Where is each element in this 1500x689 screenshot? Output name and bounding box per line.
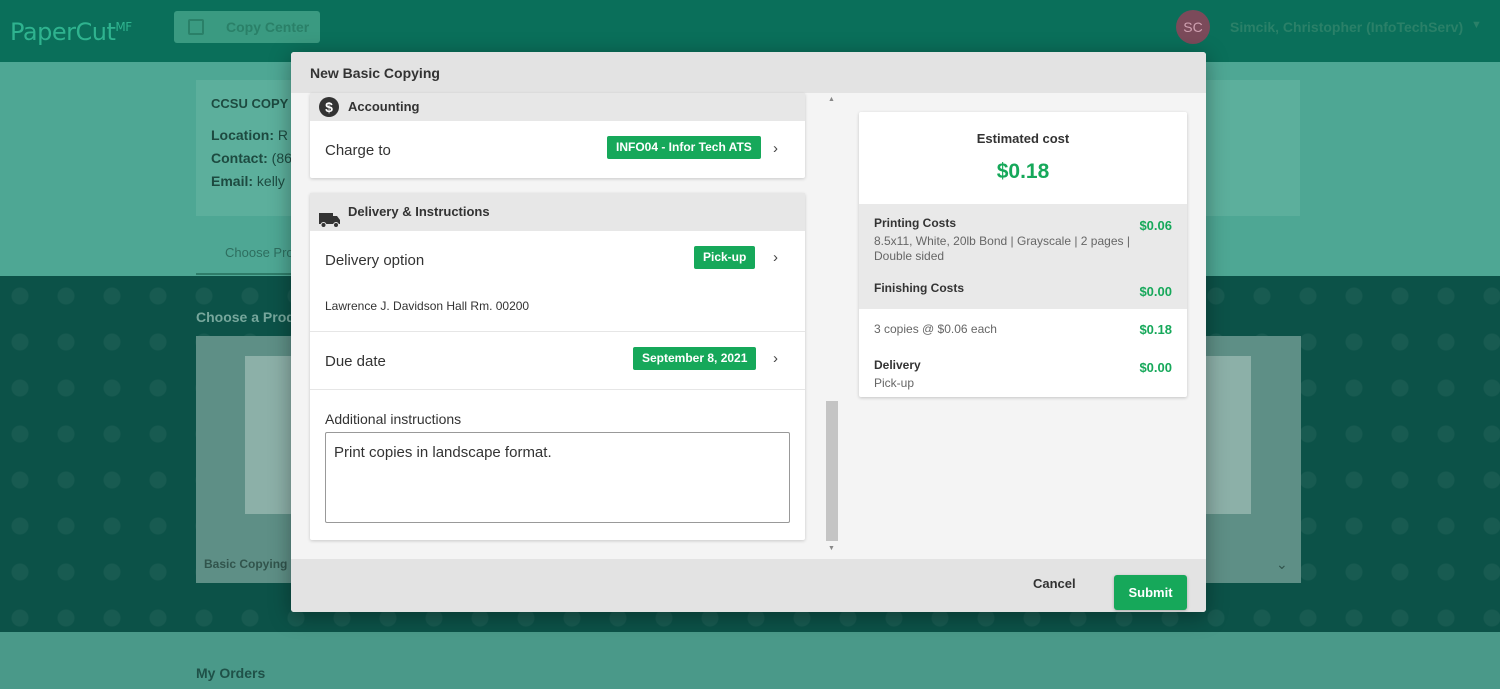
delivery-option-label: Delivery option	[325, 252, 425, 269]
chevron-down-icon[interactable]: ▼	[1471, 19, 1482, 31]
delivery-option-badge: Pick-up	[694, 246, 756, 269]
due-date-label: Due date	[325, 353, 386, 370]
delivery-heading: Delivery & Instructions	[348, 204, 490, 219]
avatar[interactable]: SC	[1176, 10, 1210, 44]
location-line: Location: R	[211, 127, 289, 143]
chevron-right-icon[interactable]: ›	[773, 249, 778, 266]
accounting-header: $ Accounting	[310, 93, 805, 121]
scroll-up-icon[interactable]: ▲	[828, 96, 835, 103]
choose-product-heading: Choose a Prod	[196, 309, 295, 325]
tab-choose-product[interactable]: Choose Pro	[196, 237, 296, 275]
product-label: Basic Copying	[204, 557, 288, 571]
finishing-costs-title: Finishing Costs	[874, 281, 964, 295]
estimated-cost-card: Estimated cost $0.18 Printing Costs $0.0…	[859, 112, 1187, 397]
my-orders-heading: My Orders	[196, 665, 266, 681]
document-thumbnail	[1201, 356, 1251, 514]
delivery-option-row[interactable]: Delivery option Pick-up › Lawrence J. Da…	[310, 231, 805, 332]
papercut-logo[interactable]: PaperCutMF	[10, 18, 132, 46]
user-name[interactable]: Simcik, Christopher (InfoTechServ)	[1230, 19, 1463, 35]
modal-footer: Cancel Submit	[291, 559, 1206, 612]
instructions-row: Additional instructions	[310, 390, 805, 540]
delivery-card: Delivery & Instructions Delivery option …	[310, 193, 805, 540]
accounting-card: $ Accounting Charge to INFO04 - Infor Te…	[310, 93, 805, 178]
new-copying-modal: New Basic Copying $ Accounting Charge to…	[291, 52, 1206, 612]
due-date-row[interactable]: Due date September 8, 2021 ›	[310, 332, 805, 390]
submit-button[interactable]: Submit	[1114, 575, 1187, 610]
delivery-cost-detail: Pick-up	[874, 376, 915, 390]
copies-summary: 3 copies @ $0.06 each	[874, 322, 997, 336]
copy-center-label: Copy Center	[226, 19, 310, 35]
accounting-heading: Accounting	[348, 99, 420, 114]
estimated-cost-label: Estimated cost	[976, 131, 1070, 146]
contact-line: Contact: (86	[211, 150, 292, 166]
delivery-header: Delivery & Instructions	[310, 193, 805, 231]
info-title: CCSU COPY C	[211, 96, 302, 111]
copy-center-icon	[188, 19, 204, 35]
instructions-label: Additional instructions	[325, 411, 462, 427]
chevron-right-icon[interactable]: ›	[773, 350, 778, 367]
scrollbar-thumb[interactable]	[826, 401, 838, 541]
document-thumbnail	[245, 356, 295, 514]
printing-costs-detail: 8.5x11, White, 20lb Bond | Grayscale | 2…	[874, 234, 1130, 263]
modal-title: New Basic Copying	[291, 52, 1206, 93]
finishing-costs-amount: $0.00	[1139, 284, 1172, 299]
printing-costs-title: Printing Costs	[874, 216, 957, 230]
chevron-down-icon[interactable]: ⌄	[1276, 556, 1288, 573]
scrollbar[interactable]: ▲ ▼	[825, 93, 840, 559]
delivery-cost-amount: $0.00	[1139, 360, 1172, 375]
svg-text:$: $	[325, 99, 333, 115]
printing-costs-amount: $0.06	[1139, 218, 1172, 233]
cost-breakdown-section: Printing Costs $0.06 8.5x11, White, 20lb…	[859, 204, 1187, 309]
copies-amount: $0.18	[1139, 322, 1172, 337]
charge-to-label: Charge to	[325, 142, 391, 159]
delivery-address: Lawrence J. Davidson Hall Rm. 00200	[325, 299, 530, 313]
charge-account-badge: INFO04 - Infor Tech ATS	[607, 136, 761, 159]
due-date-badge: September 8, 2021	[633, 347, 757, 370]
chevron-right-icon[interactable]: ›	[773, 140, 778, 157]
charge-to-row[interactable]: Charge to INFO04 - Infor Tech ATS ›	[310, 121, 805, 178]
email-line: Email: kelly	[211, 173, 285, 189]
scroll-down-icon[interactable]: ▼	[828, 545, 835, 552]
delivery-cost-title: Delivery	[874, 358, 921, 372]
instructions-textarea[interactable]	[325, 432, 790, 523]
cancel-button[interactable]: Cancel	[1033, 576, 1076, 591]
copy-center-nav[interactable]: Copy Center	[174, 11, 320, 43]
estimated-cost-total: $0.18	[996, 160, 1050, 183]
